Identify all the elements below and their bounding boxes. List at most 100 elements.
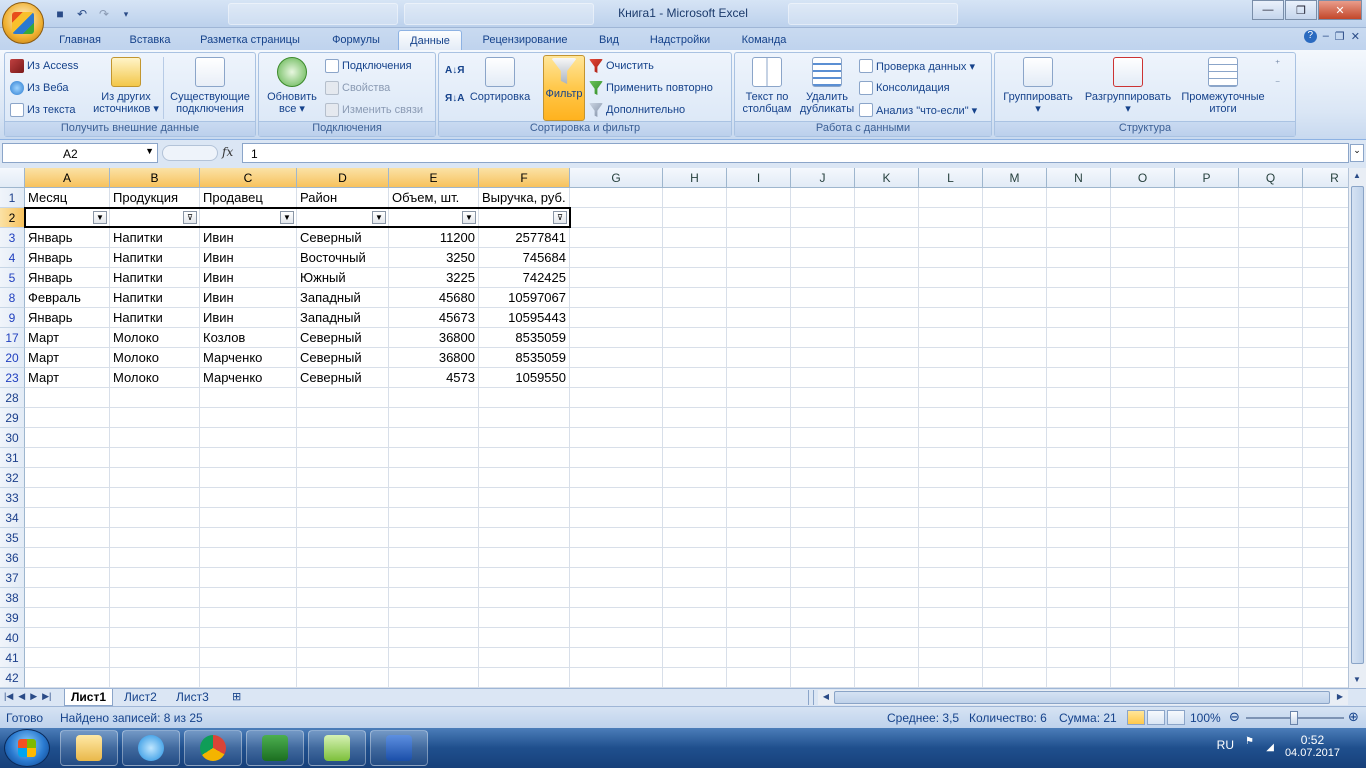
from-access-button[interactable]: Из Access bbox=[10, 59, 78, 73]
cell[interactable] bbox=[919, 568, 983, 588]
cell[interactable] bbox=[855, 468, 919, 488]
header-cell[interactable]: Продукция bbox=[110, 188, 200, 208]
cell[interactable] bbox=[570, 628, 663, 648]
cell[interactable] bbox=[1047, 668, 1111, 688]
cell[interactable] bbox=[919, 368, 983, 388]
cell[interactable] bbox=[110, 608, 200, 628]
cell[interactable] bbox=[1303, 428, 1348, 448]
column-header[interactable]: P bbox=[1175, 168, 1239, 188]
cell[interactable] bbox=[919, 668, 983, 688]
cell[interactable] bbox=[855, 288, 919, 308]
data-cell[interactable]: 36800 bbox=[389, 328, 479, 348]
cell[interactable] bbox=[389, 568, 479, 588]
cell[interactable] bbox=[570, 488, 663, 508]
cell[interactable] bbox=[727, 488, 791, 508]
cell[interactable] bbox=[1111, 308, 1175, 328]
cell[interactable] bbox=[570, 508, 663, 528]
cell[interactable] bbox=[919, 628, 983, 648]
sort-button[interactable]: Сортировка bbox=[465, 57, 535, 103]
data-cell[interactable]: 8535059 bbox=[479, 348, 570, 368]
cell[interactable] bbox=[663, 588, 727, 608]
help-icon[interactable]: ? bbox=[1303, 30, 1317, 43]
data-cell[interactable]: Март bbox=[25, 368, 110, 388]
data-cell[interactable]: Напитки bbox=[110, 308, 200, 328]
cell[interactable] bbox=[110, 628, 200, 648]
scroll-right-icon[interactable]: ▶ bbox=[1332, 689, 1348, 705]
cell[interactable] bbox=[855, 268, 919, 288]
filter-button[interactable]: Фильтр bbox=[543, 55, 585, 121]
cell[interactable] bbox=[570, 408, 663, 428]
cell[interactable] bbox=[727, 468, 791, 488]
cell[interactable] bbox=[1047, 548, 1111, 568]
cell[interactable] bbox=[1303, 288, 1348, 308]
cell[interactable] bbox=[1303, 408, 1348, 428]
cell[interactable] bbox=[919, 208, 983, 228]
cell[interactable] bbox=[1175, 348, 1239, 368]
data-cell[interactable]: Молоко bbox=[110, 368, 200, 388]
cell[interactable] bbox=[1303, 188, 1348, 208]
cell[interactable] bbox=[25, 468, 110, 488]
cell[interactable] bbox=[663, 408, 727, 428]
filter-dropdown-icon[interactable]: ▼ bbox=[462, 211, 476, 224]
cell[interactable] bbox=[791, 448, 855, 468]
cell[interactable] bbox=[1111, 208, 1175, 228]
cell[interactable] bbox=[1303, 628, 1348, 648]
cell[interactable] bbox=[389, 528, 479, 548]
what-if-button[interactable]: Анализ "что-если" ▾ bbox=[859, 103, 977, 117]
active-filter-dropdown-icon[interactable]: ⊽ bbox=[183, 211, 197, 224]
cell[interactable] bbox=[919, 488, 983, 508]
cell[interactable] bbox=[1175, 248, 1239, 268]
cell[interactable] bbox=[919, 228, 983, 248]
cell[interactable] bbox=[1111, 368, 1175, 388]
cell[interactable] bbox=[1111, 568, 1175, 588]
cell[interactable] bbox=[727, 428, 791, 448]
cell[interactable] bbox=[727, 288, 791, 308]
cell[interactable] bbox=[727, 588, 791, 608]
cell[interactable] bbox=[1303, 228, 1348, 248]
cell[interactable] bbox=[479, 568, 570, 588]
cell[interactable] bbox=[1175, 228, 1239, 248]
cell[interactable] bbox=[1175, 188, 1239, 208]
cell[interactable] bbox=[1047, 508, 1111, 528]
cell[interactable] bbox=[983, 628, 1047, 648]
cell[interactable] bbox=[983, 488, 1047, 508]
page-break-view-icon[interactable] bbox=[1167, 710, 1185, 725]
cell[interactable] bbox=[1239, 508, 1303, 528]
cell[interactable] bbox=[200, 568, 297, 588]
taskbar-word[interactable] bbox=[370, 730, 428, 766]
cell[interactable] bbox=[1239, 188, 1303, 208]
cell[interactable] bbox=[727, 208, 791, 228]
data-cell[interactable]: 45680 bbox=[389, 288, 479, 308]
cell[interactable] bbox=[389, 468, 479, 488]
properties-button[interactable]: Свойства bbox=[325, 81, 390, 95]
cell[interactable] bbox=[25, 448, 110, 468]
row-header[interactable]: 17 bbox=[0, 328, 25, 348]
cell[interactable] bbox=[1303, 528, 1348, 548]
data-cell[interactable]: Молоко bbox=[110, 348, 200, 368]
header-cell[interactable]: Объем, шт. bbox=[389, 188, 479, 208]
cell[interactable] bbox=[297, 448, 389, 468]
cell[interactable] bbox=[1111, 468, 1175, 488]
cell[interactable] bbox=[983, 408, 1047, 428]
cell[interactable] bbox=[663, 228, 727, 248]
data-cell[interactable]: 3250 bbox=[389, 248, 479, 268]
cell[interactable] bbox=[1175, 368, 1239, 388]
cell[interactable] bbox=[983, 348, 1047, 368]
data-cell[interactable]: Январь bbox=[25, 228, 110, 248]
cell[interactable] bbox=[1047, 388, 1111, 408]
cell[interactable] bbox=[200, 548, 297, 568]
cell[interactable] bbox=[1047, 368, 1111, 388]
cell[interactable] bbox=[791, 288, 855, 308]
cell[interactable] bbox=[1111, 588, 1175, 608]
cell[interactable] bbox=[200, 428, 297, 448]
cell[interactable] bbox=[855, 588, 919, 608]
row-header[interactable]: 3 bbox=[0, 228, 25, 248]
cell[interactable] bbox=[200, 588, 297, 608]
cell[interactable] bbox=[983, 588, 1047, 608]
data-cell[interactable]: 4573 bbox=[389, 368, 479, 388]
data-cell[interactable]: Козлов bbox=[200, 328, 297, 348]
flag-tray-icon[interactable]: ⚑ bbox=[1245, 736, 1254, 747]
cell[interactable] bbox=[983, 228, 1047, 248]
expand-formula-bar-icon[interactable]: ⌄ bbox=[1350, 144, 1364, 162]
show-detail-icon[interactable]: ⁺ bbox=[1275, 59, 1280, 70]
